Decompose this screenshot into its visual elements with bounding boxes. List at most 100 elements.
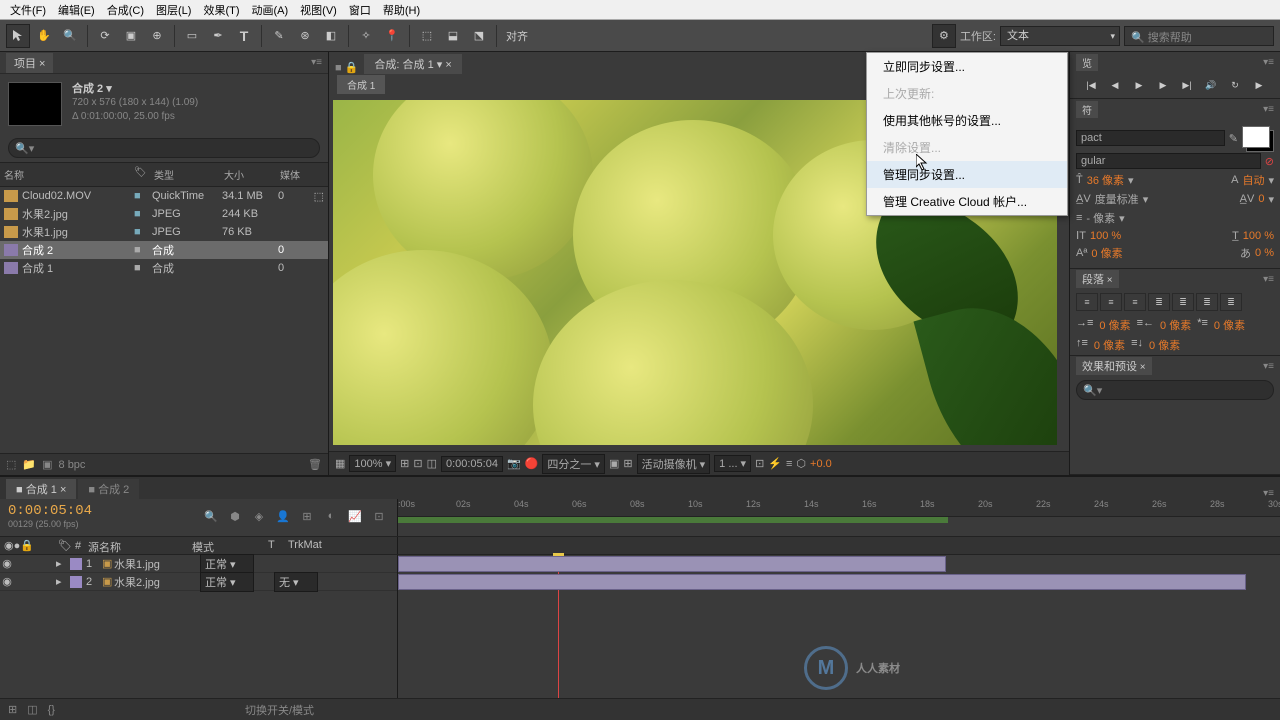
- snapshot-icon[interactable]: 📷: [507, 457, 521, 470]
- effects-search-input[interactable]: 🔍▾: [1076, 380, 1274, 400]
- prev-frame-icon[interactable]: ◀: [1104, 76, 1126, 94]
- motion-blur-icon[interactable]: ◐: [321, 507, 341, 525]
- timeline-ruler[interactable]: :00s02s04s06s08s10s12s14s16s18s20s22s24s…: [398, 499, 1280, 536]
- comp-flowchart-icon[interactable]: ⬡: [796, 457, 806, 470]
- stroke-value[interactable]: - 像素: [1086, 210, 1115, 226]
- menu-bar[interactable]: 文件(F) 编辑(E) 合成(C) 图层(L) 效果(T) 动画(A) 视图(V…: [0, 0, 1280, 20]
- hide-shy-icon[interactable]: 👤: [273, 507, 293, 525]
- first-frame-icon[interactable]: |◀: [1080, 76, 1102, 94]
- menu-manage-cc-account[interactable]: 管理 Creative Cloud 帐户...: [867, 188, 1067, 215]
- justify-last-left-icon[interactable]: ≣: [1148, 293, 1170, 311]
- project-item[interactable]: 合成 2■合成0: [0, 241, 328, 259]
- font-size-value[interactable]: 36 像素: [1087, 172, 1124, 188]
- toggle-modes-icon[interactable]: ◫: [27, 703, 37, 716]
- ram-preview-icon[interactable]: ▶: [1248, 76, 1270, 94]
- project-item[interactable]: 水果2.jpg■JPEG244 KB: [0, 205, 328, 223]
- exposure-value[interactable]: +0.0: [810, 458, 832, 470]
- brainstorm-icon[interactable]: ⊡: [369, 507, 389, 525]
- justify-last-center-icon[interactable]: ≣: [1172, 293, 1194, 311]
- show-channel-icon[interactable]: 🔴: [525, 457, 539, 470]
- roi-icon[interactable]: ▣: [609, 457, 619, 470]
- paragraph-tab[interactable]: 段落 ×: [1076, 270, 1119, 288]
- last-frame-icon[interactable]: ▶|: [1176, 76, 1198, 94]
- frame-blend-icon[interactable]: ⊞: [297, 507, 317, 525]
- world-axis-icon[interactable]: ⬓: [441, 24, 465, 48]
- font-family-dropdown[interactable]: pact: [1076, 130, 1225, 146]
- search-help-input[interactable]: 🔍 搜索帮助: [1124, 26, 1274, 46]
- menu-file[interactable]: 文件(F): [4, 0, 52, 20]
- menu-window[interactable]: 窗口: [343, 0, 377, 20]
- menu-manage-sync[interactable]: 管理同步设置...: [867, 161, 1067, 188]
- grid-icon[interactable]: ⊡: [413, 457, 422, 470]
- panel-menu-icon[interactable]: ▾≡: [311, 57, 322, 68]
- indent-right-value[interactable]: 0 像素: [1160, 317, 1191, 333]
- zoom-tool-icon[interactable]: 🔍: [58, 24, 82, 48]
- project-search-input[interactable]: 🔍▾: [8, 138, 320, 158]
- composition-tab[interactable]: 合成: 合成 1 ▾ ×: [364, 54, 461, 74]
- local-axis-icon[interactable]: ⬚: [415, 24, 439, 48]
- next-frame-icon[interactable]: ▶: [1152, 76, 1174, 94]
- play-icon[interactable]: ▶: [1128, 76, 1150, 94]
- current-time[interactable]: 0:00:05:04: [441, 456, 503, 472]
- pixel-aspect-icon[interactable]: ⊡: [755, 457, 764, 470]
- mask-icon[interactable]: ◫: [427, 457, 437, 470]
- hscale-value[interactable]: 100 %: [1243, 230, 1274, 242]
- fast-preview-icon[interactable]: ⚡: [768, 457, 782, 470]
- mute-icon[interactable]: 🔊: [1200, 76, 1222, 94]
- character-tab[interactable]: 符: [1076, 101, 1098, 118]
- timeline-layer-row[interactable]: ◉ ▸1 ▣水果1.jpg 正常 ▾: [0, 555, 397, 573]
- menu-sync-now[interactable]: 立即同步设置...: [867, 53, 1067, 80]
- eraser-tool-icon[interactable]: ◧: [319, 24, 343, 48]
- timeline-timecode[interactable]: 0:00:05:04: [8, 503, 92, 519]
- timeline-icon[interactable]: ≡: [786, 458, 792, 470]
- rotate-tool-icon[interactable]: ⟳: [93, 24, 117, 48]
- search-icon[interactable]: 🔍: [201, 507, 221, 525]
- preview-tab[interactable]: 览: [1076, 54, 1098, 71]
- indent-first-value[interactable]: 0 像素: [1214, 317, 1245, 333]
- rect-tool-icon[interactable]: ▭: [180, 24, 204, 48]
- hand-tool-icon[interactable]: ✋: [32, 24, 56, 48]
- camera-tool-icon[interactable]: ▣: [119, 24, 143, 48]
- resolution-dropdown[interactable]: 四分之一 ▾: [542, 454, 605, 474]
- brush-tool-icon[interactable]: ✎: [267, 24, 291, 48]
- kerning-value[interactable]: 度量标准: [1095, 191, 1139, 207]
- roto-tool-icon[interactable]: ✧: [354, 24, 378, 48]
- zoom-dropdown[interactable]: 100% ▾: [349, 455, 396, 472]
- menu-layer[interactable]: 图层(L): [150, 0, 197, 20]
- vscale-value[interactable]: 100 %: [1090, 230, 1121, 242]
- tracking-value[interactable]: 0: [1258, 193, 1264, 205]
- menu-view[interactable]: 视图(V): [294, 0, 343, 20]
- pan-behind-tool-icon[interactable]: ⊕: [145, 24, 169, 48]
- tsume-value[interactable]: 0 %: [1255, 247, 1274, 259]
- toggle-switches-icon[interactable]: ⊞: [8, 703, 17, 716]
- align-right-icon[interactable]: ≡: [1124, 293, 1146, 311]
- comp-mini-flowchart-icon[interactable]: ⬢: [225, 507, 245, 525]
- leading-value[interactable]: 自动: [1242, 172, 1264, 188]
- space-before-value[interactable]: 0 像素: [1094, 337, 1125, 353]
- blend-mode-dropdown[interactable]: 正常 ▾: [200, 572, 254, 592]
- menu-help[interactable]: 帮助(H): [377, 0, 426, 20]
- align-left-icon[interactable]: ≡: [1076, 293, 1098, 311]
- draft-3d-icon[interactable]: ◈: [249, 507, 269, 525]
- timeline-tab[interactable]: ■ 合成 2: [78, 479, 139, 499]
- project-item[interactable]: Cloud02.MOV■QuickTime34.1 MB0⬚: [0, 187, 328, 205]
- col-source-name[interactable]: 源名称: [86, 537, 190, 554]
- selection-tool-icon[interactable]: [6, 24, 30, 48]
- project-tab[interactable]: 项目 ×: [6, 53, 53, 73]
- always-preview-icon[interactable]: ▦: [335, 457, 345, 470]
- menu-animation[interactable]: 动画(A): [246, 0, 295, 20]
- no-fill-icon[interactable]: ⊘: [1265, 155, 1274, 168]
- sync-settings-icon[interactable]: ⚙: [932, 24, 956, 48]
- workspace-dropdown[interactable]: 文本: [1000, 26, 1120, 46]
- blend-mode-dropdown[interactable]: 正常 ▾: [200, 554, 254, 574]
- timeline-tab[interactable]: ■ 合成 1 ×: [6, 479, 76, 499]
- menu-use-other-account[interactable]: 使用其他帐号的设置...: [867, 107, 1067, 134]
- resolution-icon[interactable]: ⊞: [400, 457, 409, 470]
- new-folder-icon[interactable]: 📁: [22, 458, 36, 471]
- timeline-layer-row[interactable]: ◉ ▸2 ▣水果2.jpg 正常 ▾ 无 ▾: [0, 573, 397, 591]
- layer-bar[interactable]: [398, 556, 946, 572]
- justify-all-icon[interactable]: ≣: [1220, 293, 1242, 311]
- menu-composition[interactable]: 合成(C): [101, 0, 150, 20]
- text-tool-icon[interactable]: T: [232, 24, 256, 48]
- comp-flowchart-tab[interactable]: 合成 1: [337, 75, 385, 94]
